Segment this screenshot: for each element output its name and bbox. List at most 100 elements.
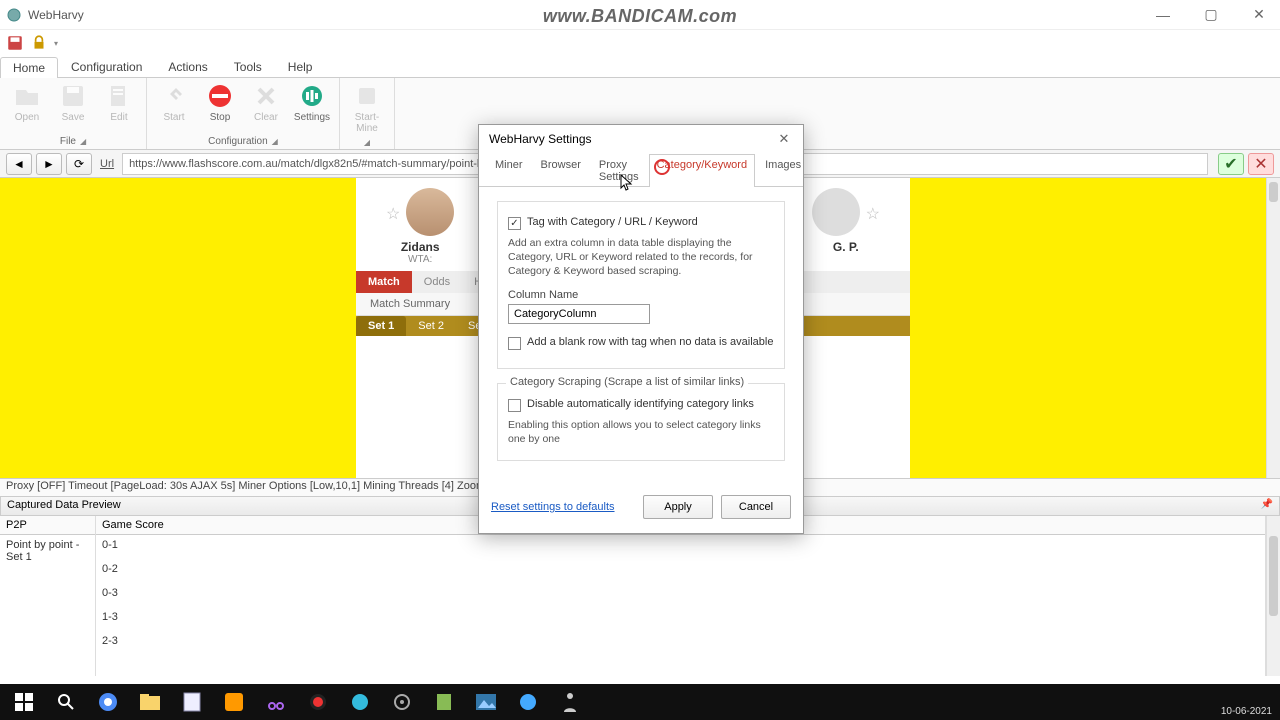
- start-config-button[interactable]: Start: [153, 80, 195, 123]
- tag-checkbox[interactable]: ✓: [508, 217, 521, 230]
- settings-dialog: WebHarvy Settings ✕ Miner Browser Proxy …: [478, 124, 804, 534]
- column-header-p2p[interactable]: P2P: [0, 516, 95, 535]
- ribbon-tabstrip: Home Configuration Actions Tools Help: [0, 56, 1280, 78]
- search-icon[interactable]: [46, 686, 86, 718]
- column-name-input[interactable]: [508, 304, 650, 324]
- taskbar-app-browser2[interactable]: [340, 686, 380, 718]
- player-right-name: G. P.: [833, 240, 859, 254]
- recorder-watermark: www.BANDICAM.com: [543, 6, 737, 27]
- avatar: [406, 188, 454, 236]
- start-button[interactable]: [4, 686, 44, 718]
- taskbar-app-sheets[interactable]: [424, 686, 464, 718]
- disable-auto-checkbox[interactable]: [508, 399, 521, 412]
- tab-set-2[interactable]: Set 2: [406, 316, 456, 336]
- player-left: ☆ Zidans WTA:: [386, 188, 454, 265]
- taskbar-app-notepad[interactable]: [172, 686, 212, 718]
- table-cell: 0-3: [96, 583, 1265, 607]
- ribbon-tab-home[interactable]: Home: [0, 57, 58, 78]
- taskbar-app-snip[interactable]: [256, 686, 296, 718]
- disable-auto-help: Enabling this option allows you to selec…: [508, 418, 774, 446]
- taskbar-app-explorer[interactable]: [130, 686, 170, 718]
- category-scraping-legend: Category Scraping (Scrape a list of simi…: [506, 376, 748, 388]
- close-icon[interactable]: ✕: [775, 131, 793, 147]
- tab-miner[interactable]: Miner: [487, 154, 531, 187]
- settings-button[interactable]: Settings: [291, 80, 333, 123]
- subtab-summary[interactable]: Match Summary: [356, 293, 464, 315]
- close-window-button[interactable]: ✕: [1244, 5, 1274, 25]
- column-name-label: Column Name: [508, 289, 774, 301]
- taskbar-app-settings[interactable]: [382, 686, 422, 718]
- expand-icon[interactable]: ◢: [272, 137, 278, 146]
- tab-odds[interactable]: Odds: [412, 271, 462, 293]
- maximize-button[interactable]: ▢: [1196, 5, 1226, 25]
- avatar: [812, 188, 860, 236]
- disable-auto-label: Disable automatically identifying catego…: [527, 398, 754, 410]
- ribbon-group-file: File: [60, 136, 76, 147]
- player-left-name: Zidans: [401, 240, 440, 254]
- table-cell: 1-3: [96, 607, 1265, 631]
- back-button[interactable]: ◄: [6, 153, 32, 175]
- stop-config-button[interactable]: Stop: [199, 80, 241, 123]
- table-cell: 2-3: [96, 631, 1265, 655]
- minimize-button[interactable]: —: [1148, 5, 1178, 25]
- scrollbar-vertical[interactable]: [1266, 516, 1280, 676]
- cancel-button[interactable]: Cancel: [721, 495, 791, 519]
- table-cell: Point by point - Set 1: [0, 535, 95, 559]
- ribbon-tab-configuration[interactable]: Configuration: [58, 56, 155, 77]
- taskbar: 10-06-2021: [0, 684, 1280, 720]
- tag-checkbox-label: Tag with Category / URL / Keyword: [527, 216, 698, 228]
- taskbar-app-chrome[interactable]: [88, 686, 128, 718]
- scrollbar-vertical[interactable]: [1266, 178, 1280, 478]
- tab-set-1[interactable]: Set 1: [356, 316, 406, 336]
- dialog-title: WebHarvy Settings: [489, 132, 592, 146]
- star-icon[interactable]: ☆: [386, 204, 400, 224]
- tab-browser[interactable]: Browser: [533, 154, 589, 187]
- tab-images[interactable]: Images: [757, 154, 809, 187]
- tab-match[interactable]: Match: [356, 271, 412, 293]
- reset-defaults-link[interactable]: Reset settings to defaults: [491, 501, 615, 513]
- tab-proxy[interactable]: Proxy Settings: [591, 154, 647, 187]
- taskbar-app-photos[interactable]: [466, 686, 506, 718]
- star-icon[interactable]: ☆: [866, 204, 880, 224]
- app-icon: [6, 7, 22, 23]
- apply-button[interactable]: Apply: [643, 495, 713, 519]
- url-label: Url: [100, 158, 114, 170]
- ribbon-tab-help[interactable]: Help: [275, 56, 326, 77]
- quick-access-bar: ▾: [0, 30, 1280, 56]
- blank-row-checkbox[interactable]: [508, 337, 521, 350]
- forward-button[interactable]: ►: [36, 153, 62, 175]
- cursor-icon: [620, 174, 634, 192]
- confirm-button[interactable]: ✔: [1218, 153, 1244, 175]
- player-left-sub: WTA:: [408, 254, 432, 265]
- highlight-region-right: [910, 178, 1266, 478]
- highlight-region-left: [0, 178, 356, 478]
- ribbon-tab-actions[interactable]: Actions: [155, 56, 220, 77]
- preview-title: Captured Data Preview: [7, 499, 121, 513]
- pin-icon[interactable]: 📌: [1261, 499, 1273, 513]
- lock-icon[interactable]: [30, 34, 48, 52]
- edit-button[interactable]: Edit: [98, 80, 140, 123]
- start-mine-button[interactable]: Start-Mine: [346, 80, 388, 134]
- player-right: ☆ G. P.: [812, 188, 880, 265]
- open-button[interactable]: Open: [6, 80, 48, 123]
- taskbar-app-sublime[interactable]: [214, 686, 254, 718]
- ribbon-group-config: Configuration: [208, 136, 267, 147]
- tag-help-text: Add an extra column in data table displa…: [508, 236, 774, 279]
- table-cell: 0-2: [96, 559, 1265, 583]
- taskbar-app-webharvy[interactable]: [508, 686, 548, 718]
- taskbar-app-unknown[interactable]: [550, 686, 590, 718]
- click-indicator-icon: [654, 159, 670, 175]
- taskbar-clock[interactable]: 10-06-2021: [1221, 706, 1272, 718]
- refresh-button[interactable]: ⟳: [66, 153, 92, 175]
- reject-button[interactable]: ✕: [1248, 153, 1274, 175]
- clear-button[interactable]: Clear: [245, 80, 287, 123]
- dropdown-icon[interactable]: ▾: [54, 39, 58, 48]
- save-icon[interactable]: [6, 34, 24, 52]
- expand-icon[interactable]: ◢: [364, 138, 370, 147]
- save-button[interactable]: Save: [52, 80, 94, 123]
- ribbon-tab-tools[interactable]: Tools: [221, 56, 275, 77]
- taskbar-app-bandicam[interactable]: [298, 686, 338, 718]
- blank-row-label: Add a blank row with tag when no data is…: [527, 336, 773, 348]
- data-preview-table: P2P Point by point - Set 1 Game Score 0-…: [0, 516, 1280, 676]
- expand-icon[interactable]: ◢: [80, 137, 86, 146]
